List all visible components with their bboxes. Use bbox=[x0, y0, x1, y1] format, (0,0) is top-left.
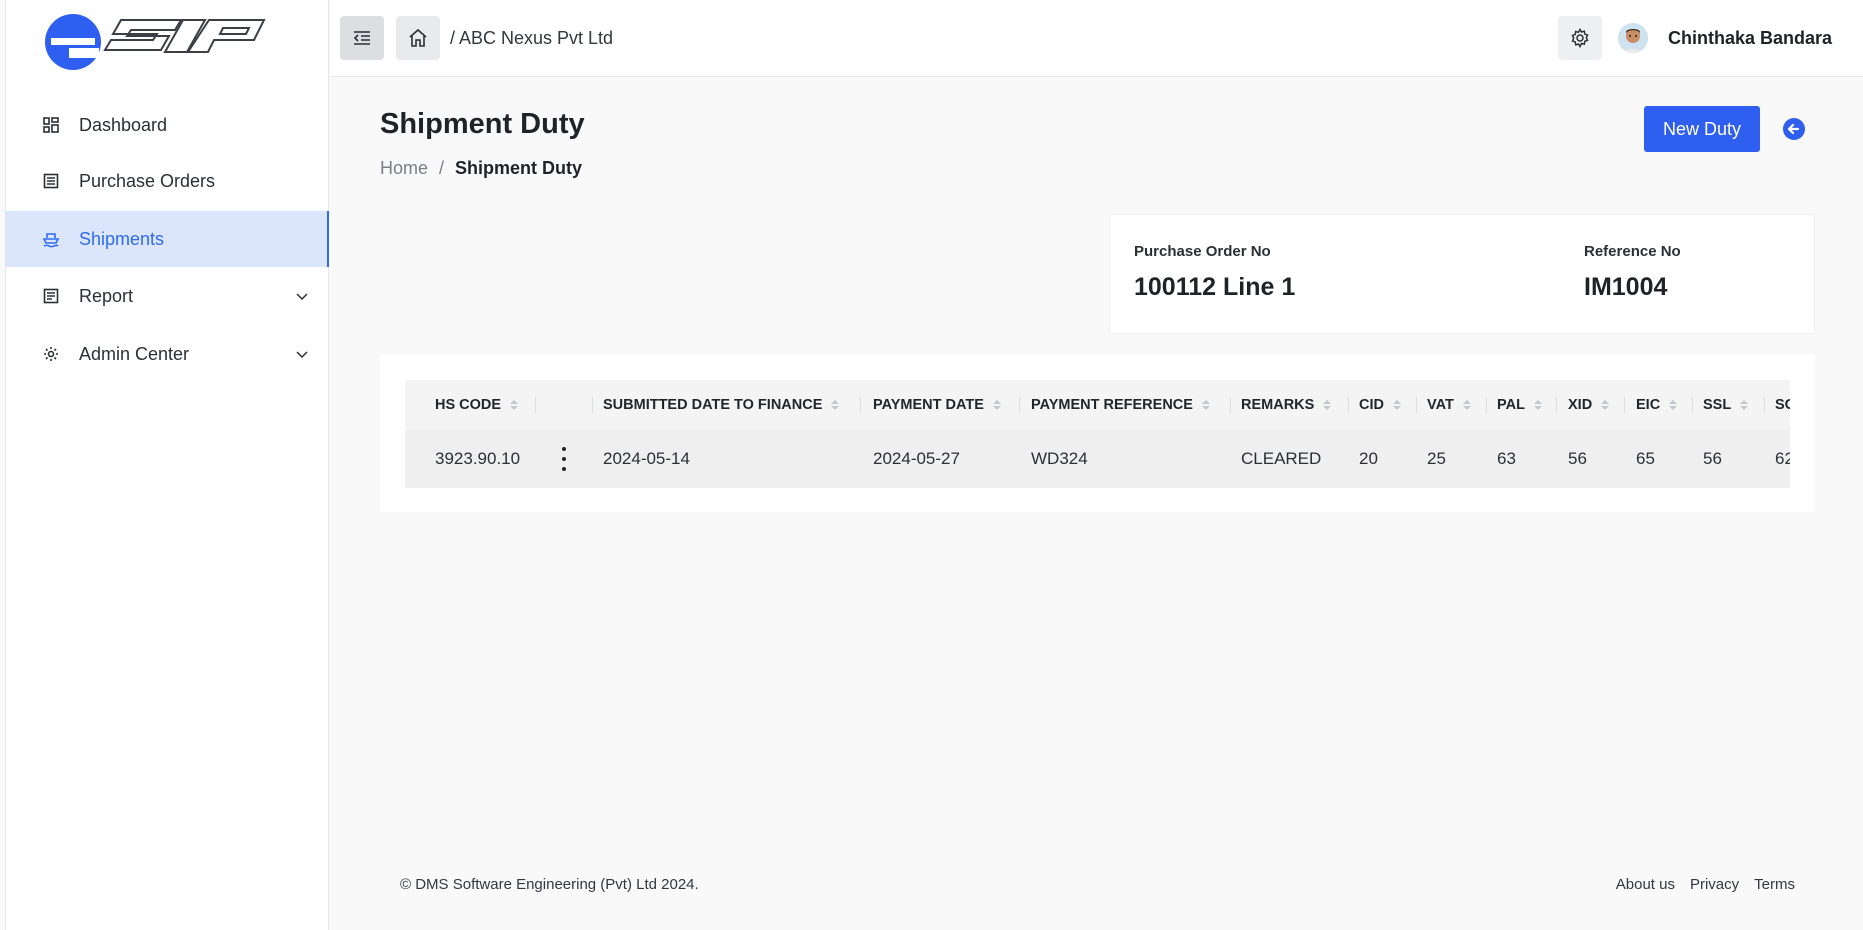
copyright-text: © DMS Software Engineering (Pvt) Ltd 202… bbox=[400, 876, 699, 893]
privacy-link[interactable]: Privacy bbox=[1690, 876, 1739, 893]
sidebar: Dashboard Purchase Orders Shipments Repo… bbox=[5, 0, 329, 930]
col-sc[interactable]: SC bbox=[1775, 380, 1790, 430]
cell-sc: 62 bbox=[1775, 449, 1790, 468]
sort-icon[interactable] bbox=[510, 400, 519, 410]
sidebar-item-dashboard[interactable]: Dashboard bbox=[6, 97, 329, 153]
avatar[interactable] bbox=[1618, 23, 1648, 53]
duty-table-card: HS CODE SUBMITTED DATE TO FINANCE PAYMEN… bbox=[380, 354, 1815, 512]
home-button[interactable] bbox=[396, 16, 440, 60]
sidebar-item-label: Purchase Orders bbox=[79, 170, 216, 191]
chevron-down-icon[interactable] bbox=[295, 289, 309, 303]
col-eic[interactable]: EIC bbox=[1636, 380, 1678, 430]
row-actions-menu-icon[interactable] bbox=[560, 447, 568, 471]
sort-icon[interactable] bbox=[1740, 400, 1749, 410]
gear-icon bbox=[1571, 28, 1589, 48]
sidebar-item-label: Admin Center bbox=[79, 343, 190, 364]
report-icon bbox=[42, 287, 60, 305]
list-icon bbox=[42, 172, 60, 190]
new-duty-button[interactable]: New Duty bbox=[1644, 106, 1760, 152]
dashboard-icon bbox=[42, 116, 60, 134]
sidebar-item-label: Report bbox=[79, 285, 134, 306]
cell-hs-code: 3923.90.10 bbox=[435, 449, 521, 468]
cell-remarks: CLEARED bbox=[1241, 449, 1322, 468]
col-payment-date[interactable]: PAYMENT DATE bbox=[873, 380, 1001, 430]
breadcrumb-current: Shipment Duty bbox=[455, 158, 583, 178]
collapse-menu-icon bbox=[353, 31, 370, 45]
cell-pal: 63 bbox=[1497, 449, 1516, 468]
sidebar-item-label: Shipments bbox=[79, 228, 165, 249]
col-ssl[interactable]: SSL bbox=[1703, 380, 1749, 430]
sort-icon[interactable] bbox=[1392, 400, 1401, 410]
gear-icon bbox=[42, 345, 60, 363]
col-xid[interactable]: XID bbox=[1568, 380, 1610, 430]
about-us-link[interactable]: About us bbox=[1616, 876, 1675, 893]
footer-links: About us Privacy Terms bbox=[1616, 876, 1795, 893]
sidebar-item-report[interactable]: Report bbox=[6, 268, 329, 324]
reference-label: Reference No bbox=[1584, 243, 1681, 260]
sidebar-toggle-button[interactable] bbox=[340, 16, 384, 60]
col-cid[interactable]: CID bbox=[1359, 380, 1401, 430]
company-name: / ABC Nexus Pvt Ltd bbox=[450, 28, 614, 48]
settings-button[interactable] bbox=[1558, 16, 1602, 60]
col-vat[interactable]: VAT bbox=[1427, 380, 1471, 430]
sort-icon[interactable] bbox=[1323, 400, 1332, 410]
top-header: / ABC Nexus Pvt Ltd Chinthaka Bandara bbox=[330, 0, 1863, 77]
breadcrumb-separator: / bbox=[439, 158, 445, 178]
cell-eic: 65 bbox=[1636, 449, 1655, 468]
esip-logo[interactable] bbox=[43, 10, 268, 74]
col-submitted-date[interactable]: SUBMITTED DATE TO FINANCE bbox=[603, 380, 840, 430]
cell-xid: 56 bbox=[1568, 449, 1587, 468]
sort-icon[interactable] bbox=[1601, 400, 1610, 410]
cell-cid: 20 bbox=[1359, 449, 1378, 468]
terms-link[interactable]: Terms bbox=[1754, 876, 1795, 893]
cell-ssl: 56 bbox=[1703, 449, 1722, 468]
col-hs-code[interactable]: HS CODE bbox=[435, 380, 519, 430]
duty-table[interactable]: HS CODE SUBMITTED DATE TO FINANCE PAYMEN… bbox=[405, 380, 1790, 488]
duty-info-card: Purchase Order No 100112 Line 1 Referenc… bbox=[1109, 214, 1815, 334]
breadcrumb: Home / Shipment Duty bbox=[380, 158, 582, 179]
sidebar-item-purchase-orders[interactable]: Purchase Orders bbox=[6, 153, 329, 209]
cell-submitted-date: 2024-05-14 bbox=[603, 449, 690, 468]
cell-vat: 25 bbox=[1427, 449, 1446, 468]
sort-icon[interactable] bbox=[1533, 400, 1542, 410]
back-arrow-icon[interactable] bbox=[1782, 117, 1806, 141]
sidebar-item-admin-center[interactable]: Admin Center bbox=[6, 326, 329, 382]
po-value: 100112 Line 1 bbox=[1134, 273, 1296, 301]
po-label: Purchase Order No bbox=[1134, 243, 1271, 260]
breadcrumb-home-link[interactable]: Home bbox=[380, 158, 428, 179]
sort-icon[interactable] bbox=[831, 400, 840, 410]
sort-icon[interactable] bbox=[1201, 400, 1210, 410]
sort-icon[interactable] bbox=[1669, 400, 1678, 410]
ship-icon bbox=[42, 230, 60, 248]
user-name[interactable]: Chinthaka Bandara bbox=[1668, 28, 1832, 49]
cell-payment-reference: WD324 bbox=[1031, 449, 1088, 468]
reference-value: IM1004 bbox=[1584, 273, 1668, 301]
page-title: Shipment Duty bbox=[380, 108, 585, 140]
sort-icon[interactable] bbox=[992, 400, 1001, 410]
col-remarks[interactable]: REMARKS bbox=[1241, 380, 1332, 430]
col-pal[interactable]: PAL bbox=[1497, 380, 1542, 430]
chevron-down-icon[interactable] bbox=[295, 347, 309, 361]
sidebar-item-shipments[interactable]: Shipments bbox=[6, 211, 329, 267]
sort-icon[interactable] bbox=[1462, 400, 1471, 410]
cell-payment-date: 2024-05-27 bbox=[873, 449, 960, 468]
sidebar-item-label: Dashboard bbox=[79, 114, 168, 135]
home-icon bbox=[409, 28, 427, 47]
col-payment-reference[interactable]: PAYMENT REFERENCE bbox=[1031, 380, 1210, 430]
